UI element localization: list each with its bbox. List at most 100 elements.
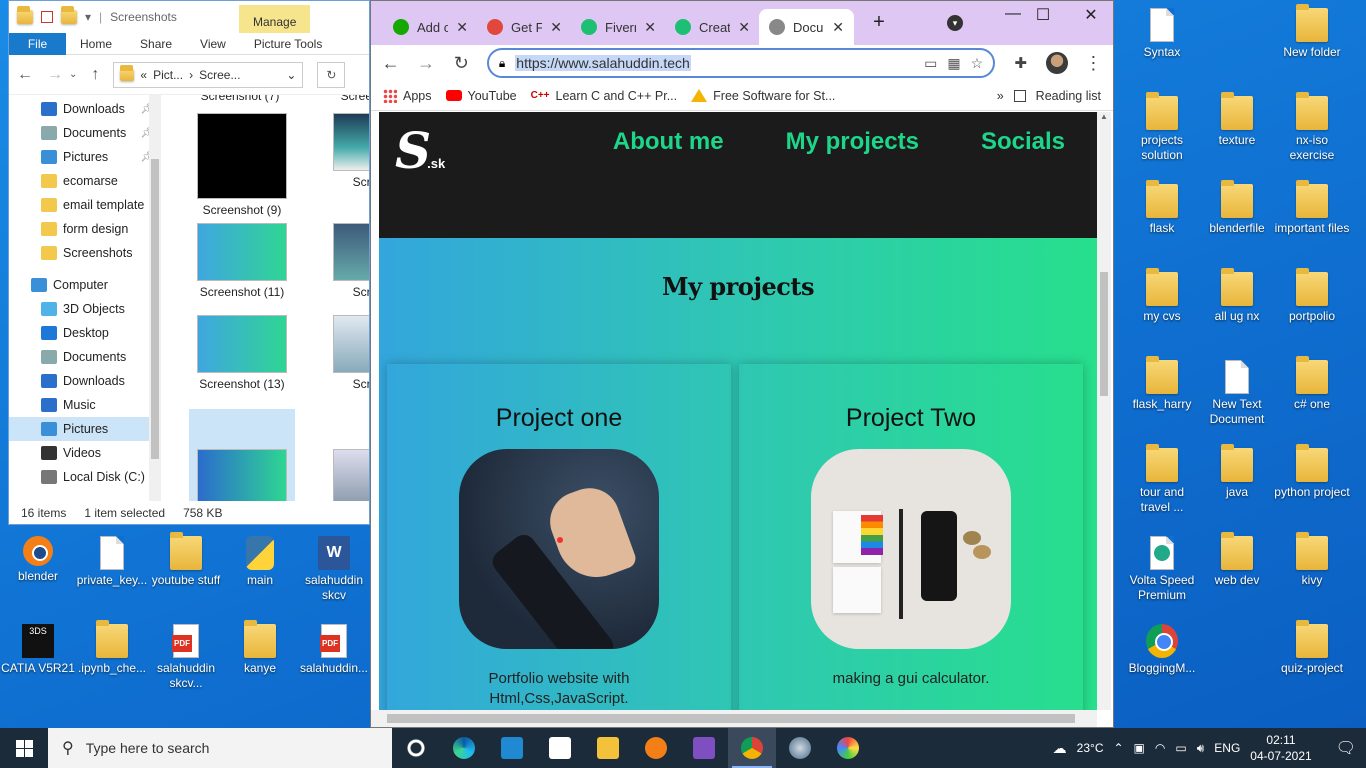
desktop-icon[interactable]: tour and travel ... <box>1124 444 1200 515</box>
thumbnail-item[interactable]: Screenshot (13) <box>189 315 295 391</box>
thumbnail-item[interactable]: Screenshot (9) <box>189 113 295 217</box>
desktop-icon[interactable]: PDF salahuddin skcv... <box>148 624 224 691</box>
taskbar-app-edge[interactable] <box>440 728 488 768</box>
extensions-icon[interactable]: ✚ <box>1011 54 1030 72</box>
tab-picture-tools[interactable]: Picture Tools <box>240 37 336 51</box>
site-logo[interactable]: S.sk <box>395 126 445 189</box>
browser-tab[interactable]: Create ✕ <box>665 9 760 45</box>
taskbar-app-cortana[interactable] <box>392 728 440 768</box>
scroll-up-icon[interactable]: ▲ <box>1097 112 1111 121</box>
desktop-icon[interactable]: 3DS CATIA V5R21 <box>0 624 76 676</box>
desktop-icon[interactable]: BloggingM... <box>1124 624 1200 676</box>
address-dropdown-icon[interactable]: ⌄ <box>286 68 296 82</box>
nav-my-projects[interactable]: My projects <box>786 128 919 156</box>
thumbnail-item[interactable]: Screensh <box>325 223 369 299</box>
tab-file[interactable]: File <box>9 32 66 55</box>
chevron-down-icon[interactable]: ⌄ <box>69 69 77 80</box>
weather-temp[interactable]: 23°C <box>1077 741 1104 755</box>
desktop-icon[interactable]: private_key... <box>74 536 150 588</box>
desktop-icon[interactable]: kanye <box>222 620 298 676</box>
tab-search-icon[interactable]: ▾ <box>935 13 975 31</box>
tab-view[interactable]: View <box>186 37 240 51</box>
qat-dropdown-icon[interactable]: ▾ <box>85 10 91 24</box>
desktop-icon[interactable]: blenderfile <box>1199 180 1275 236</box>
nav-item-ecomarse[interactable]: ecomarse <box>9 169 157 193</box>
project-card-one[interactable]: Project one Portfolio website with Html,… <box>387 364 731 710</box>
desktop-icon[interactable]: projects solution <box>1124 92 1200 163</box>
back-arrow-icon[interactable]: ← <box>381 53 400 74</box>
breadcrumb-pictures[interactable]: Pict... <box>153 68 183 82</box>
desktop-icon[interactable]: texture <box>1199 92 1275 148</box>
close-tab-icon[interactable]: ✕ <box>738 19 750 36</box>
clock[interactable]: 02:11 04-07-2021 <box>1250 732 1311 764</box>
manage-tab[interactable]: Manage <box>239 5 311 33</box>
desktop-icon[interactable]: flask <box>1124 180 1200 236</box>
qr-code-icon[interactable]: ▦ <box>947 55 960 72</box>
taskbar-app-paint[interactable] <box>824 728 872 768</box>
desktop-icon[interactable]: nx-iso exercise <box>1274 92 1350 163</box>
nav-item-pictures[interactable]: Pictures <box>9 417 157 441</box>
taskbar-app-file-explorer[interactable] <box>584 728 632 768</box>
desktop-icon[interactable]: portpolio <box>1274 268 1350 324</box>
notification-icon[interactable]: 🗨︎ <box>1336 738 1356 758</box>
reload-icon[interactable]: ↻ <box>452 53 471 74</box>
new-tab-button[interactable]: + <box>859 11 899 34</box>
battery-icon[interactable]: ▭ <box>1175 741 1186 755</box>
nav-item-music[interactable]: Music <box>9 393 157 417</box>
nav-socials[interactable]: Socials <box>981 128 1065 156</box>
avatar[interactable] <box>1046 52 1068 74</box>
taskbar-app-chrome[interactable] <box>728 728 776 768</box>
desktop-icon[interactable]: quiz-project <box>1274 620 1350 676</box>
tab-home[interactable]: Home <box>66 37 126 51</box>
page-vertical-scrollbar[interactable]: ▲ <box>1097 112 1111 710</box>
volume-icon[interactable]: 🔊︎ <box>1197 741 1205 756</box>
browser-tab[interactable]: Fiverr ✕ <box>571 9 666 45</box>
thumbnail-item[interactable]: Screenshot (15) <box>189 409 295 501</box>
desktop-icon[interactable]: web dev <box>1199 532 1275 588</box>
url-text[interactable]: https://www.salahuddin.tech <box>515 55 691 71</box>
bookmark-learn-cpp[interactable]: C++ Learn C and C++ Pr... <box>531 89 678 103</box>
desktop-icon[interactable]: c# one <box>1274 356 1350 412</box>
nav-item-documents[interactable]: Documents 📌︎ <box>9 121 157 145</box>
install-app-icon[interactable]: ▭ <box>924 55 937 72</box>
thumbnail-item[interactable]: Screensh <box>313 95 369 103</box>
maximize-button[interactable]: ☐ <box>1023 5 1063 25</box>
desktop-icon[interactable]: main <box>222 536 298 588</box>
new-folder-icon[interactable] <box>61 6 77 24</box>
thumbnail-item[interactable]: Screensh <box>325 315 369 391</box>
scrollbar-thumb[interactable] <box>151 159 159 459</box>
desktop-icon[interactable]: kivy <box>1274 532 1350 588</box>
taskbar-app-visual-studio[interactable] <box>680 728 728 768</box>
more-bookmarks-icon[interactable]: » <box>997 89 1004 103</box>
taskbar-search[interactable]: ⚲ Type here to search <box>48 728 392 768</box>
close-tab-icon[interactable]: ✕ <box>644 19 656 36</box>
thumbnail-item[interactable]: Screenshot (7) <box>187 95 293 103</box>
scrollbar-thumb[interactable] <box>1100 272 1108 396</box>
desktop-icon[interactable]: important files <box>1274 180 1350 236</box>
desktop-icon[interactable]: java <box>1199 444 1275 500</box>
close-window-button[interactable]: ✕ <box>1071 5 1111 25</box>
close-tab-icon[interactable]: ✕ <box>832 19 844 36</box>
taskbar-app-globe[interactable] <box>776 728 824 768</box>
menu-kebab-icon[interactable]: ⋮ <box>1084 53 1103 74</box>
scrollbar-thumb[interactable] <box>387 714 1075 723</box>
thumbnail-item[interactable]: Screensh <box>325 449 369 501</box>
desktop-icon[interactable]: flask_harry <box>1124 356 1200 412</box>
nav-scrollbar[interactable] <box>149 95 161 501</box>
desktop-icon[interactable]: New folder <box>1274 4 1350 60</box>
address-bar[interactable]: 🔒︎ https://www.salahuddin.tech ▭ ▦ ☆ <box>486 48 996 78</box>
nav-item-documents[interactable]: Documents <box>9 345 157 369</box>
wifi-icon[interactable]: ◠ <box>1155 741 1165 755</box>
cloud-icon[interactable]: ☁ <box>1053 740 1067 757</box>
nav-item-downloads[interactable]: Downloads 📌︎ <box>9 97 157 121</box>
forward-arrow-icon[interactable]: → <box>47 66 63 84</box>
taskbar-app-wps[interactable] <box>536 728 584 768</box>
reading-list-icon[interactable] <box>1013 89 1026 102</box>
bookmark-youtube[interactable]: YouTube <box>445 89 517 103</box>
desktop-icon[interactable]: my cvs <box>1124 268 1200 324</box>
properties-icon[interactable] <box>41 11 53 23</box>
refresh-button[interactable]: ↻ <box>317 61 346 88</box>
thumbnail-item[interactable]: Screenshot (11) <box>189 223 295 299</box>
nav-item-computer[interactable]: Computer <box>9 273 157 297</box>
reading-list-button[interactable]: Reading list <box>1036 89 1101 103</box>
